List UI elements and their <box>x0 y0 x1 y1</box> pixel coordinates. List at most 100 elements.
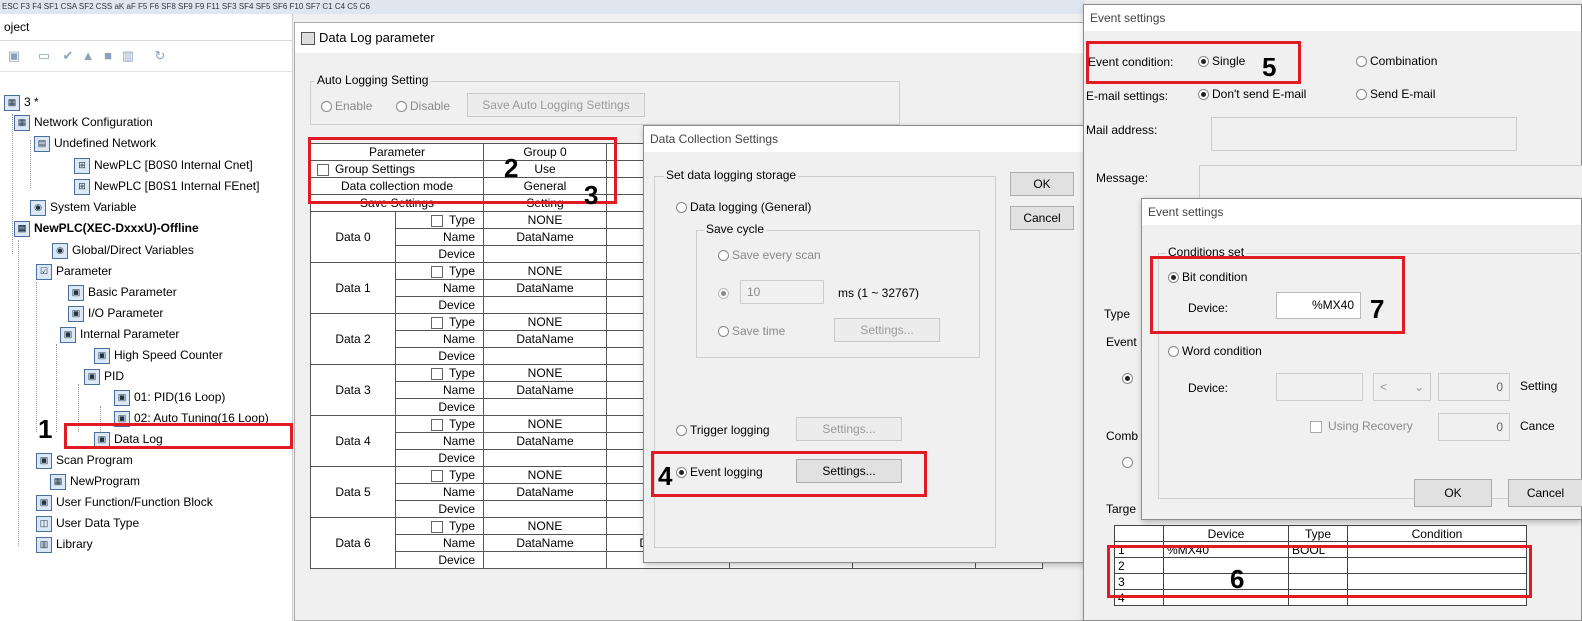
settings-icon[interactable]: ▥ <box>120 48 136 64</box>
data-value-cell[interactable]: DataName <box>483 330 607 348</box>
data-value-cell[interactable]: NONE <box>483 262 607 280</box>
data-value-cell[interactable]: NONE <box>483 415 607 433</box>
target-group-label: Targe <box>1106 502 1137 516</box>
data-field-label: Device <box>395 347 484 365</box>
variable-icon: ◉ <box>52 242 68 259</box>
event-radio[interactable] <box>1122 371 1136 385</box>
tree-item-network-configuration[interactable]: ▦ Network Configuration <box>14 112 153 132</box>
tree-item-high-speed-counter[interactable]: ▣ High Speed Counter <box>94 345 223 365</box>
save-time-settings-button[interactable]: Settings... <box>834 318 940 342</box>
data-value-cell[interactable] <box>483 500 607 518</box>
dont-send-email-radio[interactable]: Don't send E-mail <box>1198 87 1306 101</box>
save-time-radio[interactable]: Save time <box>718 324 785 338</box>
lock-icon[interactable]: ▲ <box>80 48 96 64</box>
data-value-cell[interactable] <box>483 347 607 365</box>
tree-item-fenet[interactable]: ⊞ NewPLC [B0S1 Internal FEnet] <box>74 176 259 196</box>
auto-logging-label: Auto Logging Setting <box>315 73 431 87</box>
type-checkbox[interactable] <box>430 316 443 329</box>
ok-button[interactable]: OK <box>1010 172 1074 196</box>
word-value-input[interactable]: 0 <box>1438 373 1510 401</box>
inner-ok-button[interactable]: OK <box>1414 479 1492 507</box>
tree-item-basic-parameter[interactable]: ▣ Basic Parameter <box>68 282 177 302</box>
data-row-label: Data 4 <box>310 415 396 467</box>
data-value-cell[interactable]: NONE <box>483 466 607 484</box>
data-value-cell[interactable]: DataName <box>483 534 607 552</box>
data-value-cell[interactable]: DataName <box>483 279 607 297</box>
data-value-cell[interactable] <box>483 245 607 263</box>
comb-group-label: Comb <box>1106 429 1139 443</box>
tree-item-system-variable[interactable]: ◉ System Variable <box>30 197 136 217</box>
save-auto-logging-button[interactable]: Save Auto Logging Settings <box>467 93 645 117</box>
ms-radio[interactable] <box>718 286 732 300</box>
tree-item-parameter[interactable]: ☑ Parameter <box>36 261 112 281</box>
tree-item-cnet[interactable]: ⊞ NewPLC [B0S0 Internal Cnet] <box>74 155 253 175</box>
message-input[interactable] <box>1199 165 1582 201</box>
enable-radio[interactable]: Enable <box>321 99 372 113</box>
word-condition-radio[interactable]: Word condition <box>1168 344 1262 358</box>
inner-cancel-button[interactable]: Cancel <box>1508 479 1582 507</box>
variable-icon: ◉ <box>30 199 46 216</box>
data-field-label: Type <box>395 313 484 331</box>
send-email-radio[interactable]: Send E-mail <box>1356 87 1435 101</box>
callout-6: 6 <box>1230 564 1245 594</box>
data-value-cell[interactable]: NONE <box>483 364 607 382</box>
param-item-icon: ▣ <box>94 347 110 364</box>
data-value-cell[interactable]: NONE <box>483 517 607 535</box>
recovery-value-input[interactable]: 0 <box>1438 413 1510 441</box>
data-value-cell[interactable] <box>483 551 607 569</box>
function-key-strip: ESC F3 F4 SF1 CSA SF2 CSS aK aF F5 F6 SF… <box>0 0 1085 14</box>
data-value-cell[interactable]: DataName <box>483 432 607 450</box>
check-icon[interactable]: ✔ <box>60 48 76 64</box>
data-value-cell[interactable] <box>483 296 607 314</box>
data-value-cell[interactable]: DataName <box>483 483 607 501</box>
tree-item-pid[interactable]: ▣ PID <box>84 366 124 386</box>
open-icon[interactable]: ▣ <box>6 48 22 64</box>
type-checkbox[interactable] <box>430 520 443 533</box>
parameter-icon: ☑ <box>36 263 52 280</box>
tree-item-library[interactable]: ▥ Library <box>36 534 93 554</box>
cancel-button[interactable]: Cancel <box>1010 206 1074 230</box>
cancel-trunc-label: Cance <box>1520 419 1555 433</box>
tree-item-user-function[interactable]: ▣ User Function/Function Block <box>36 492 213 512</box>
tree-item-scan-program[interactable]: ▣ Scan Program <box>36 450 133 470</box>
data-value-cell[interactable]: DataName <box>483 228 607 246</box>
tree-item-user-data-type[interactable]: ◫ User Data Type <box>36 513 139 533</box>
operator-select[interactable]: < ⌄ <box>1373 373 1431 401</box>
refresh-icon[interactable]: ↻ <box>152 48 168 64</box>
using-recovery-checkbox[interactable]: Using Recovery <box>1310 419 1413 433</box>
combination-radio[interactable]: Combination <box>1356 54 1437 68</box>
folder-icon[interactable]: ▭ <box>36 48 52 64</box>
tree-item-global-variables[interactable]: ◉ Global/Direct Variables <box>52 240 194 260</box>
type-checkbox[interactable] <box>430 469 443 482</box>
trigger-settings-button[interactable]: Settings... <box>796 417 902 441</box>
type-checkbox[interactable] <box>430 214 443 227</box>
module-icon[interactable]: ■ <box>100 48 116 64</box>
data-field-label: Type <box>395 466 484 484</box>
type-checkbox[interactable] <box>430 265 443 278</box>
data-value-cell[interactable]: NONE <box>483 313 607 331</box>
mail-address-input[interactable] <box>1211 117 1517 151</box>
tree-item-newprogram[interactable]: ▦ NewProgram <box>50 471 140 491</box>
data-value-cell[interactable] <box>483 398 607 416</box>
datatype-icon: ◫ <box>36 515 52 532</box>
tree-item-internal-parameter[interactable]: ▣ Internal Parameter <box>60 324 179 344</box>
save-every-scan-radio[interactable]: Save every scan <box>718 248 821 262</box>
tree-item-io-parameter[interactable]: ▣ I/O Parameter <box>68 303 163 323</box>
type-header: Type <box>1288 525 1348 542</box>
word-device-input[interactable] <box>1276 373 1363 401</box>
type-checkbox[interactable] <box>430 367 443 380</box>
data-value-cell[interactable] <box>483 449 607 467</box>
mail-address-label: Mail address: <box>1086 123 1158 137</box>
tree-item-newplc[interactable]: ▤ NewPLC(XEC-DxxxU)-Offline <box>14 218 199 238</box>
trigger-logging-radio[interactable]: Trigger logging <box>676 423 770 437</box>
type-checkbox[interactable] <box>430 418 443 431</box>
data-value-cell[interactable]: NONE <box>483 211 607 229</box>
ms-input[interactable]: 10 <box>740 280 824 304</box>
data-value-cell[interactable]: DataName <box>483 381 607 399</box>
disable-radio[interactable]: Disable <box>396 99 450 113</box>
comb-radio[interactable] <box>1122 455 1136 469</box>
tree-item-pid-16loop[interactable]: ▣ 01: PID(16 Loop) <box>114 387 225 407</box>
tree-item-project[interactable]: ▦ 3 * <box>4 92 39 112</box>
tree-item-undefined-network[interactable]: ▤ Undefined Network <box>34 133 156 153</box>
general-logging-radio[interactable]: Data logging (General) <box>676 200 811 214</box>
